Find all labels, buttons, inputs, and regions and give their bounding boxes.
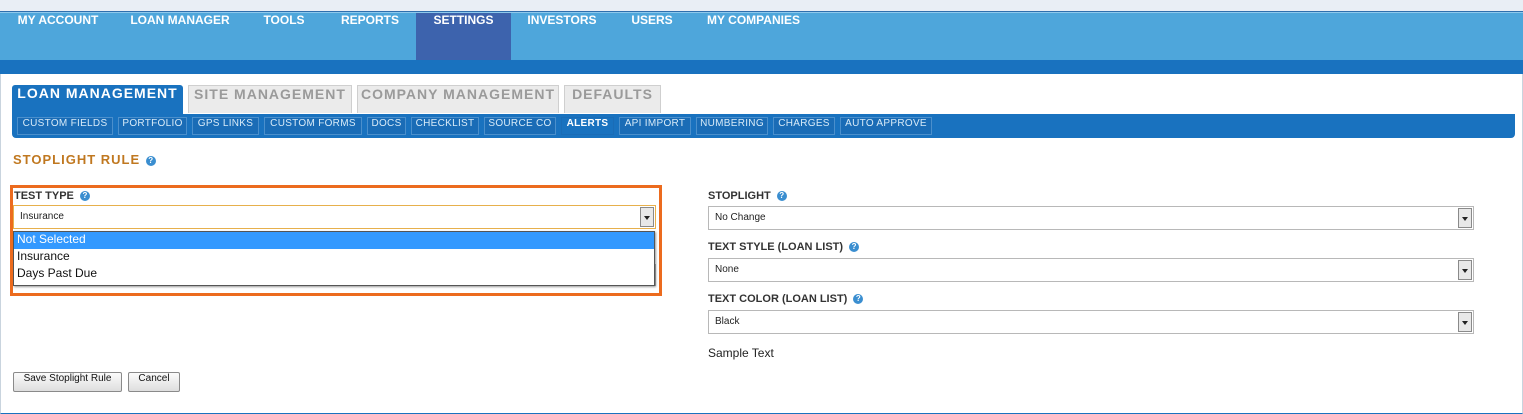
section-title-text: STOPLIGHT RULE [13, 152, 141, 167]
stoplight-label-text: STOPLIGHT [708, 190, 771, 202]
save-stoplight-rule-button[interactable]: Save Stoplight Rule [13, 372, 122, 392]
nav-item-investors[interactable]: INVESTORS [511, 13, 613, 60]
subnav-gps-links[interactable]: GPS LINKS [192, 117, 259, 135]
text-color-value: Black [715, 316, 740, 327]
text-color-select[interactable]: Black [708, 310, 1474, 334]
nav-item-tools[interactable]: TOOLS [244, 13, 324, 60]
chevron-down-icon[interactable] [1458, 208, 1472, 228]
stoplight-value: No Change [715, 212, 766, 223]
chevron-down-icon[interactable] [1458, 312, 1472, 332]
nav-item-my-companies[interactable]: MY COMPANIES [691, 13, 816, 60]
subnav-alerts[interactable]: ALERTS [561, 117, 614, 135]
stoplight-label: STOPLIGHT? [708, 190, 787, 202]
section-title: STOPLIGHT RULE? [13, 152, 157, 167]
subnav-custom-fields[interactable]: CUSTOM FIELDS [17, 117, 113, 135]
text-style-label-text: TEXT STYLE (LOAN LIST) [708, 241, 844, 253]
subnav-numbering[interactable]: NUMBERING [696, 117, 768, 135]
help-icon[interactable]: ? [853, 294, 864, 305]
nav-item-loan-manager[interactable]: LOAN MANAGER [116, 13, 244, 60]
nav-item-reports[interactable]: REPORTS [324, 13, 416, 60]
tab-loan-management[interactable]: LOAN MANAGEMENT [12, 85, 183, 115]
subnav-api-import[interactable]: API IMPORT [619, 117, 691, 135]
nav-item-my-account[interactable]: MY ACCOUNT [0, 13, 116, 60]
sample-text: Sample Text [708, 346, 774, 360]
nav-item-users[interactable]: USERS [613, 13, 691, 60]
tab-defaults[interactable]: DEFAULTS [564, 85, 661, 113]
main-nav: MY ACCOUNT LOAN MANAGER TOOLS REPORTS SE… [0, 12, 1523, 60]
help-icon[interactable]: ? [849, 242, 860, 253]
subnav-docs[interactable]: DOCS [367, 117, 406, 135]
text-color-label: TEXT COLOR (LOAN LIST)? [708, 293, 864, 305]
text-style-label: TEXT STYLE (LOAN LIST)? [708, 241, 860, 253]
subnav-checklist[interactable]: CHECKLIST [411, 117, 479, 135]
sub-nav: CUSTOM FIELDS PORTFOLIO GPS LINKS CUSTOM… [12, 114, 1515, 138]
subnav-auto-approve[interactable]: AUTO APPROVE [840, 117, 932, 135]
subnav-source-co[interactable]: SOURCE CO [484, 117, 556, 135]
highlight-annotation [10, 185, 662, 296]
tab-site-management[interactable]: SITE MANAGEMENT [188, 85, 352, 113]
help-icon[interactable]: ? [776, 191, 787, 202]
subnav-portfolio[interactable]: PORTFOLIO [118, 117, 187, 135]
stoplight-select[interactable]: No Change [708, 206, 1474, 230]
text-style-select[interactable]: None [708, 258, 1474, 282]
settings-panel: LOAN MANAGEMENT SITE MANAGEMENT COMPANY … [0, 74, 1523, 414]
text-style-value: None [715, 264, 739, 275]
subnav-charges[interactable]: CHARGES [773, 117, 835, 135]
chevron-down-icon[interactable] [1458, 260, 1472, 280]
help-icon[interactable]: ? [146, 155, 157, 166]
header-strip [0, 0, 1523, 12]
text-color-label-text: TEXT COLOR (LOAN LIST) [708, 293, 848, 305]
tab-company-management[interactable]: COMPANY MANAGEMENT [357, 85, 559, 113]
nav-item-settings[interactable]: SETTINGS [416, 13, 511, 60]
cancel-button[interactable]: Cancel [128, 372, 180, 392]
nav-bottom-bar [0, 60, 1523, 74]
subnav-custom-forms[interactable]: CUSTOM FORMS [264, 117, 362, 135]
